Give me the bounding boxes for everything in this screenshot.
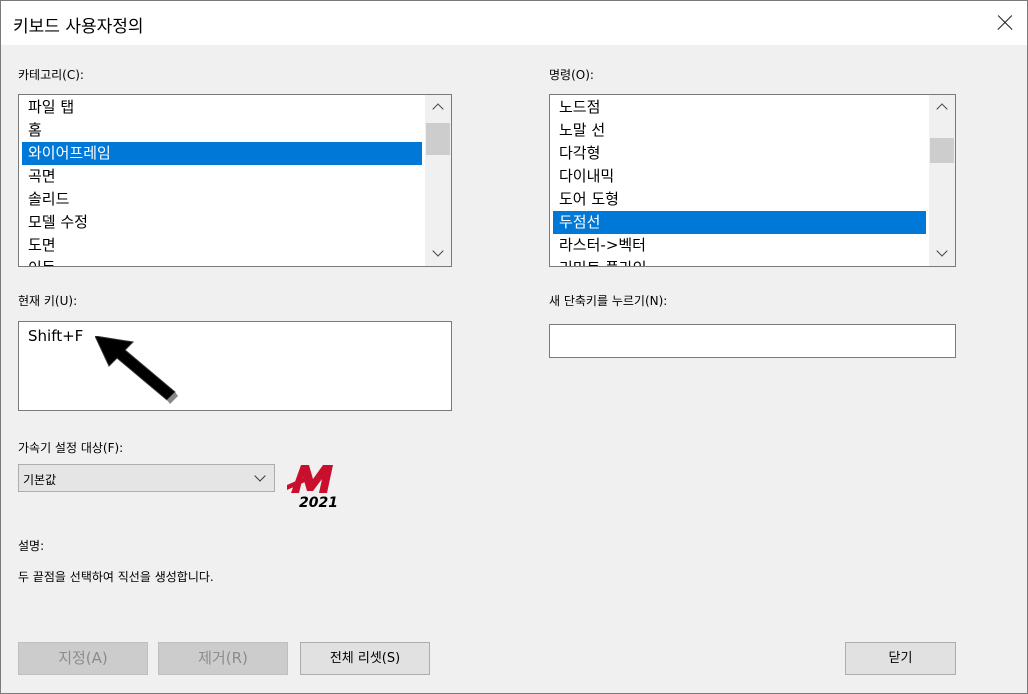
list-item[interactable]: 솔리드 bbox=[22, 188, 422, 211]
list-item[interactable]: 다각형 bbox=[553, 142, 926, 165]
list-item[interactable]: 모델 수정 bbox=[22, 211, 422, 234]
category-scroll-thumb[interactable] bbox=[426, 123, 450, 155]
scroll-down-icon[interactable] bbox=[929, 242, 955, 266]
command-listbox[interactable]: 노드점노말 선다각형다이내믹도어 도형두점선라스터->벡터리미트 플라인 bbox=[549, 94, 956, 267]
description-label: 설명: bbox=[18, 539, 45, 553]
list-item[interactable]: 도어 도형 bbox=[553, 188, 926, 211]
list-item[interactable]: 와이어프레임 bbox=[22, 142, 422, 165]
list-item[interactable]: 파일 탭 bbox=[22, 96, 422, 119]
chevron-down-icon[interactable] bbox=[252, 471, 268, 485]
list-item[interactable]: 노말 선 bbox=[553, 119, 926, 142]
scroll-up-icon[interactable] bbox=[425, 95, 451, 119]
new-shortcut-label: 새 단축키를 누르기(N): bbox=[549, 294, 668, 308]
description-text: 두 끝점을 선택하여 직선을 생성합니다. bbox=[18, 570, 214, 584]
scroll-down-icon[interactable] bbox=[425, 242, 451, 266]
accelerator-selected-value: 기본값 bbox=[23, 473, 57, 487]
list-item[interactable]: 홈 bbox=[22, 119, 422, 142]
new-shortcut-input[interactable] bbox=[549, 324, 956, 358]
logo-year: 2021 bbox=[299, 495, 338, 511]
list-item[interactable]: 라스터->벡터 bbox=[553, 234, 926, 257]
category-listbox[interactable]: 파일 탭홈와이어프레임곡면솔리드모델 수정도면이동 bbox=[18, 94, 452, 267]
assign-button[interactable]: 지정(A) bbox=[18, 642, 148, 675]
current-key-value: Shift+F bbox=[28, 327, 84, 345]
current-key-box[interactable]: Shift+F bbox=[18, 321, 452, 411]
scroll-up-icon[interactable] bbox=[929, 95, 955, 119]
list-item[interactable]: 노드점 bbox=[553, 96, 926, 119]
list-item[interactable]: 곡면 bbox=[22, 165, 422, 188]
annotation-arrow-icon bbox=[95, 336, 178, 404]
category-label: 카테고리(C): bbox=[18, 68, 84, 82]
list-item[interactable]: 이동 bbox=[22, 257, 422, 266]
accelerator-label: 가속기 설정 대상(F): bbox=[18, 441, 124, 455]
accelerator-select[interactable]: 기본값 bbox=[18, 464, 275, 492]
list-item[interactable]: 도면 bbox=[22, 234, 422, 257]
keyboard-customize-dialog: 키보드 사용자정의 카테고리(C): 파일 탭 홈 와이어프레임 곡면 솔리드 모델 수정… bbox=[0, 0, 1028, 694]
mastercam-m-icon bbox=[287, 465, 333, 493]
command-label: 명령(O): bbox=[549, 68, 594, 82]
close-icon[interactable] bbox=[981, 1, 1027, 45]
command-scroll-thumb[interactable] bbox=[930, 138, 954, 163]
close-button[interactable]: 닫기 bbox=[845, 642, 956, 675]
command-list-items: 노드점노말 선다각형다이내믹도어 도형두점선라스터->벡터리미트 플라인 bbox=[553, 96, 926, 266]
category-scrollbar[interactable] bbox=[425, 95, 451, 266]
dialog-title: 키보드 사용자정의 bbox=[13, 17, 144, 37]
remove-button[interactable]: 제거(R) bbox=[158, 642, 288, 675]
list-item[interactable]: 리미트 플라인 bbox=[553, 257, 926, 266]
category-list-items: 파일 탭홈와이어프레임곡면솔리드모델 수정도면이동 bbox=[22, 96, 422, 266]
reset-all-button[interactable]: 전체 리셋(S) bbox=[300, 642, 430, 675]
title-bar: 키보드 사용자정의 bbox=[1, 1, 1027, 45]
mastercam-logo: 2021 bbox=[287, 463, 338, 515]
current-key-label: 현재 키(U): bbox=[18, 294, 78, 308]
list-item[interactable]: 두점선 bbox=[553, 211, 926, 234]
command-scrollbar[interactable] bbox=[929, 95, 955, 266]
list-item[interactable]: 다이내믹 bbox=[553, 165, 926, 188]
